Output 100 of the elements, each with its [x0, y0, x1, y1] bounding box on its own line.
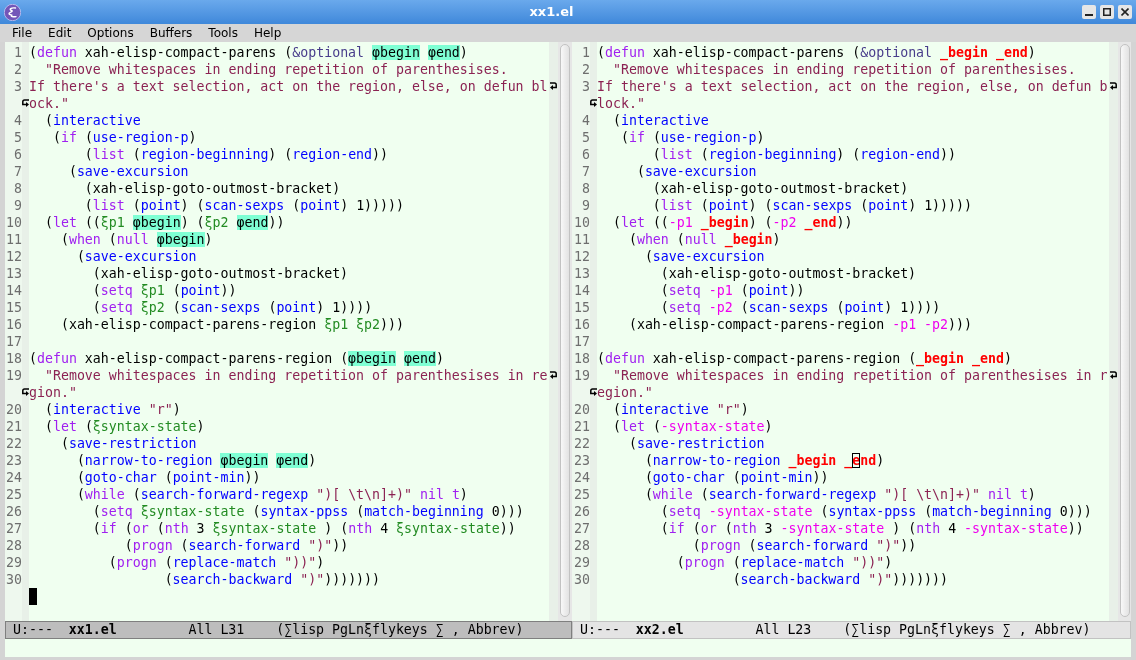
code-line: (search-backward ")"))))))) — [731, 572, 949, 587]
wrap-arrow-icon — [590, 99, 597, 108]
code-line: (list (region-beginning) (region-end)) — [651, 147, 957, 162]
line-number: 18 — [6, 350, 22, 367]
code-line: (when (null _begin) — [627, 232, 781, 247]
window-title: xx1.el — [529, 3, 574, 22]
code-line: (xah-elisp-goto-outmost-bracket) — [91, 266, 349, 281]
line-number: 6 — [14, 146, 22, 163]
code-line: (defun xah-elisp-compact-parens (&optional φbegin φend) — [29, 45, 468, 60]
wrap-arrow-icon — [550, 82, 557, 91]
line-number: 9 — [582, 197, 590, 214]
wrap-arrow-icon — [22, 388, 29, 397]
line-number: 15 — [574, 299, 590, 316]
code-line: (if (use-region-p) — [51, 130, 197, 145]
line-number: 11 — [574, 231, 590, 248]
wrap-arrow-icon — [590, 388, 597, 397]
code-line: ock." — [29, 96, 69, 111]
mode-list: (∑lisp PgLnξflykeys ∑ , Abbrev) — [276, 622, 524, 638]
maximize-button[interactable] — [1100, 5, 1114, 19]
buffer-status: U:--- — [13, 622, 54, 638]
line-number: 5 — [14, 129, 22, 146]
menu-item[interactable]: Buffers — [141, 24, 201, 42]
code-line: (if (or (nth 3 -syntax-state ) (nth 4 -syntax-state)) — [659, 521, 1084, 536]
line-number: 26 — [6, 503, 22, 520]
line-number: 21 — [6, 418, 22, 435]
code-line: (save-excursion — [75, 249, 197, 264]
code-line: (progn (replace-match "))") — [675, 555, 893, 570]
line-number: 23 — [574, 452, 590, 469]
code-line: egion." — [597, 385, 653, 400]
menu-item[interactable]: Options — [79, 24, 142, 42]
code-line: "Remove whitespaces in ending repetition of parenthesises in re — [43, 368, 548, 383]
menu-item[interactable]: Help — [245, 24, 290, 42]
line-number: 22 — [574, 435, 590, 452]
menu-item[interactable]: Tools — [200, 24, 246, 42]
line-number: 26 — [574, 503, 590, 520]
code-line: (progn (search-forward ")")) — [691, 538, 917, 553]
line-number: 18 — [574, 350, 590, 367]
code-line: (interactive "r") — [43, 402, 181, 417]
close-button[interactable] — [1118, 5, 1132, 19]
minimize-button[interactable] — [1082, 5, 1096, 19]
line-number: 25 — [574, 486, 590, 503]
line-number: 4 — [582, 112, 590, 129]
line-number: 4 — [14, 112, 22, 129]
line-number: 2 — [582, 61, 590, 78]
line-number: 24 — [574, 469, 590, 486]
app-icon — [4, 3, 21, 21]
line-number: 9 — [14, 197, 22, 214]
line-number: 6 — [582, 146, 590, 163]
code-line: (narrow-to-region _begin _end) — [643, 453, 885, 468]
line-number: 1 — [14, 44, 22, 61]
code-line: (defun xah-elisp-compact-parens-region (_begin _end) — [597, 351, 1012, 366]
code-line: (progn (search-forward ")")) — [123, 538, 349, 553]
minimize-icon — [1085, 14, 1093, 16]
line-number: 11 — [6, 231, 22, 248]
line-number: 14 — [574, 282, 590, 299]
code-line: gion." — [29, 385, 77, 400]
line-number: 7 — [582, 163, 590, 180]
line-number: 1 — [582, 44, 590, 61]
code-line: (setq ξp2 (scan-sexps (point) 1)))) — [91, 300, 373, 315]
code-line: (let (ξsyntax-state) — [43, 419, 205, 434]
code-line: (save-excursion — [67, 164, 189, 179]
cursor-position: All L31 — [188, 622, 246, 638]
code-line: (list (region-beginning) (region-end)) — [83, 147, 389, 162]
line-number: 17 — [6, 333, 22, 350]
code-line: (setq -p1 (point)) — [659, 283, 805, 298]
buffer-status: U:--- — [580, 622, 621, 638]
code-line: (save-excursion — [635, 164, 757, 179]
code-line: "Remove whitespaces in ending repetition of parenthesises in r — [611, 368, 1108, 383]
code-line: (if (use-region-p) — [619, 130, 765, 145]
code-line: (interactive — [611, 113, 709, 128]
code-line: "Remove whitespaces in ending repetition of parenthesises. — [43, 62, 508, 77]
scrollbar-thumb[interactable] — [560, 44, 570, 617]
code-line: (save-restriction — [627, 436, 765, 451]
line-number: 28 — [6, 537, 22, 554]
code-line: (setq -p2 (scan-sexps (point) 1)))) — [659, 300, 941, 315]
line-number: 30 — [574, 571, 590, 588]
menu-item[interactable]: File — [4, 24, 41, 42]
code-line: If there's a text selection, act on the region, else, on defun bl — [29, 79, 548, 94]
line-number: 14 — [6, 282, 22, 299]
line-number: 22 — [6, 435, 22, 452]
line-number: 13 — [574, 265, 590, 282]
line-number: 29 — [574, 554, 590, 571]
line-number: 23 — [6, 452, 22, 469]
code-line: (narrow-to-region φbegin φend) — [75, 453, 317, 468]
code-line: (let (-syntax-state) — [611, 419, 773, 434]
code-line: (interactive "r") — [611, 402, 749, 417]
wrap-arrow-icon — [550, 371, 557, 380]
line-number: 8 — [14, 180, 22, 197]
scrollbar-thumb[interactable] — [1119, 44, 1130, 617]
line-number: 7 — [14, 163, 22, 180]
line-number: 5 — [582, 129, 590, 146]
code-line: "Remove whitespaces in ending repetition of parenthesises. — [611, 62, 1076, 77]
line-number: 29 — [6, 554, 22, 571]
code-line: If there's a text selection, act on the region, else, on defun b — [597, 79, 1108, 94]
menu-item[interactable]: Edit — [40, 24, 80, 42]
minibuffer-field[interactable] — [5, 639, 1131, 657]
line-number: 10 — [574, 214, 590, 231]
close-icon — [1121, 8, 1129, 16]
line-number: 13 — [6, 265, 22, 282]
line-number: 24 — [6, 469, 22, 486]
